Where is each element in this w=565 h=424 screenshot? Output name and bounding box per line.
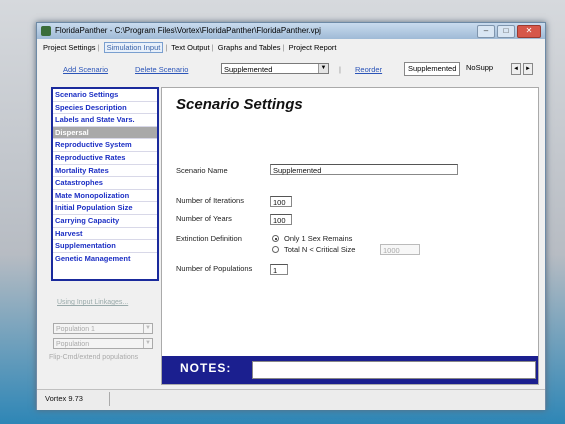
window-controls: – □ ✕ (477, 25, 541, 38)
nav-item-initial-population-size[interactable]: Initial Population Size (53, 202, 157, 215)
nav-item-supplementation[interactable]: Supplementation (53, 240, 157, 253)
tab-graphs-and-tables[interactable]: Graphs and Tables (218, 43, 281, 52)
nav-item-species-description[interactable]: Species Description (53, 102, 157, 115)
nav-item-labels-and-state-vars[interactable]: Labels and State Vars. (53, 114, 157, 127)
close-button[interactable]: ✕ (517, 25, 541, 38)
input-linkages-link: Using Input Linkages... (57, 299, 129, 306)
scenario-name-label: Scenario Name (176, 166, 228, 175)
scroll-left-icon[interactable]: ◄ (511, 63, 521, 75)
maximize-button[interactable]: □ (497, 25, 515, 38)
nav-item-genetic-management[interactable]: Genetic Management (53, 253, 157, 265)
nav-item-harvest[interactable]: Harvest (53, 228, 157, 241)
notes-bar: NOTES: (162, 356, 538, 384)
populations-field[interactable]: 1 (270, 264, 288, 275)
main-tabs: Project Settings | Simulation Input | Text… (43, 42, 337, 53)
scenario-select-value: Supplemented (224, 65, 273, 74)
status-bar: Vortex 9.73 (37, 389, 545, 410)
nav-item-reproductive-rates[interactable]: Reproductive Rates (53, 152, 157, 165)
window-title: FloridaPanther - C:\Program Files\Vortex… (55, 26, 321, 35)
scenario-tab-nosupp[interactable]: NoSupp (463, 62, 496, 74)
population-select-disabled: Population 1 ▼ (53, 323, 153, 334)
scenario-name-field[interactable]: Supplemented (270, 164, 458, 175)
years-label: Number of Years (176, 214, 232, 223)
scenario-toolbar: Add Scenario Delete Scenario Supplemente… (37, 61, 545, 77)
chevron-down-icon: ▼ (143, 324, 152, 333)
scenario-select[interactable]: Supplemented ▼ (221, 63, 329, 74)
nav-item-mortality-rates[interactable]: Mortality Rates (53, 165, 157, 178)
scenario-tab-supplemented[interactable]: Supplemented (404, 62, 461, 76)
option-one-sex-label: Only 1 Sex Remains (284, 234, 353, 243)
option-critical-size-label: Total N < Critical Size (284, 245, 356, 254)
notes-input[interactable] (252, 361, 536, 379)
iterations-label: Number of Iterations (176, 196, 244, 205)
app-icon (41, 26, 51, 36)
title-bar: FloridaPanther - C:\Program Files\Vortex… (37, 23, 545, 39)
add-scenario-link[interactable]: Add Scenario (63, 65, 108, 74)
nav-item-carrying-capacity[interactable]: Carrying Capacity (53, 215, 157, 228)
nav-item-mate-monopolization[interactable]: Mate Monopolization (53, 190, 157, 203)
tab-project-settings[interactable]: Project Settings (43, 43, 96, 52)
iterations-field[interactable]: 100 (270, 196, 292, 207)
scenario-settings-panel: Scenario Settings Scenario Name Suppleme… (161, 87, 539, 385)
nav-item-catastrophes[interactable]: Catastrophes (53, 177, 157, 190)
tab-simulation-input[interactable]: Simulation Input (103, 42, 164, 53)
tab-text-output[interactable]: Text Output (171, 43, 209, 52)
status-divider (109, 392, 110, 406)
minimize-button[interactable]: – (477, 25, 495, 38)
app-window: FloridaPanther - C:\Program Files\Vortex… (36, 22, 546, 410)
populations-label: Number of Populations (176, 264, 253, 273)
notes-label: NOTES: (180, 361, 232, 375)
nav-item-dispersal[interactable]: Dispersal (53, 126, 157, 140)
reorder-link[interactable]: Reorder (355, 65, 382, 74)
nav-item-reproductive-system[interactable]: Reproductive System (53, 139, 157, 152)
option-one-sex-radio[interactable] (272, 235, 279, 242)
page-title: Scenario Settings (176, 96, 303, 113)
option-critical-size-radio[interactable] (272, 246, 279, 253)
population-type-select-disabled: Population ▼ (53, 338, 153, 349)
population-select-value: Population 1 (56, 326, 95, 333)
nav-item-scenario-settings[interactable]: Scenario Settings (53, 89, 157, 102)
delete-scenario-link[interactable]: Delete Scenario (135, 65, 188, 74)
chevron-down-icon[interactable]: ▼ (318, 64, 328, 73)
input-sections-nav: Scenario Settings Species Description La… (51, 87, 159, 281)
population-type-select-value: Population (56, 341, 90, 348)
tab-project-report[interactable]: Project Report (289, 43, 337, 52)
critical-size-field: 1000 (380, 244, 420, 255)
population-note: Flip-Cmd/extend populations (49, 354, 139, 361)
chevron-down-icon: ▼ (143, 339, 152, 348)
toolbar-divider: | (339, 65, 341, 74)
extinction-definition-label: Extinction Definition (176, 234, 242, 243)
version-text: Vortex 9.73 (45, 394, 83, 403)
years-field[interactable]: 100 (270, 214, 292, 225)
scroll-right-icon[interactable]: ► (523, 63, 533, 75)
